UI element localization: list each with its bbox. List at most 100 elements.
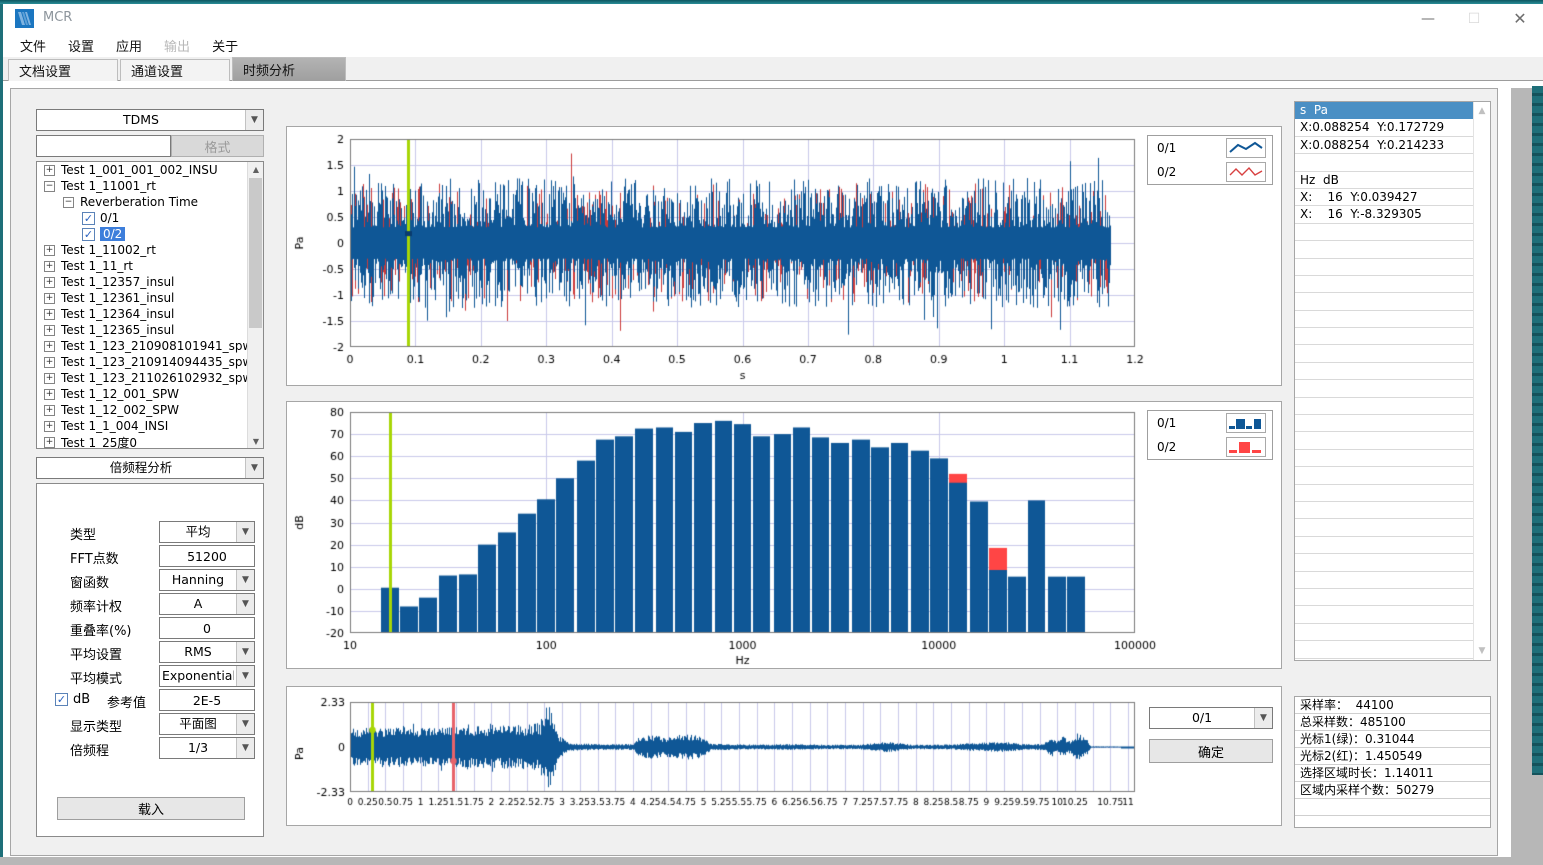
expand-icon[interactable]: + bbox=[44, 309, 55, 320]
settings-select-value: A bbox=[162, 594, 234, 614]
settings-select[interactable]: A▼ bbox=[159, 593, 255, 615]
maximize-button[interactable]: ☐ bbox=[1451, 4, 1497, 33]
tree-scrollbar-thumb[interactable] bbox=[249, 178, 262, 328]
filter-input[interactable] bbox=[36, 135, 171, 157]
settings-input[interactable] bbox=[159, 617, 255, 639]
chevron-down-icon[interactable]: ▼ bbox=[236, 666, 254, 686]
chevron-down-icon[interactable]: ▼ bbox=[236, 642, 254, 662]
tree-item[interactable]: +Test 1_12_001_SPW bbox=[37, 386, 263, 402]
expand-icon[interactable]: + bbox=[44, 389, 55, 400]
chevron-down-icon[interactable]: ▼ bbox=[236, 714, 254, 734]
readout-scrollbar[interactable]: ▲ ▼ bbox=[1473, 102, 1490, 660]
file-format-select[interactable]: TDMS ▼ bbox=[36, 109, 264, 131]
tree-item[interactable]: +Test 1_11_rt bbox=[37, 258, 263, 274]
chevron-down-icon[interactable]: ▼ bbox=[245, 458, 263, 478]
expand-icon[interactable]: + bbox=[44, 261, 55, 272]
bar-series-blue-icon bbox=[1226, 413, 1266, 433]
legend-item[interactable]: 0/1 bbox=[1148, 136, 1272, 160]
time-waveform-legend: 0/1 0/2 bbox=[1147, 135, 1273, 185]
menu-item-3[interactable]: 应用 bbox=[105, 36, 153, 55]
tree-item[interactable]: +Test 1_12357_insul bbox=[37, 274, 263, 290]
settings-row: 倍频程1/3▼ bbox=[37, 737, 263, 759]
readout-row bbox=[1295, 398, 1473, 415]
window-scroll-strip[interactable] bbox=[1511, 88, 1532, 857]
tree-item[interactable]: −Test 1_11001_rt bbox=[37, 178, 263, 194]
expand-icon[interactable]: + bbox=[44, 325, 55, 336]
close-button[interactable]: ✕ bbox=[1497, 4, 1543, 33]
chevron-down-icon[interactable]: ▼ bbox=[245, 110, 263, 130]
expand-icon[interactable]: + bbox=[44, 421, 55, 432]
scroll-up-icon[interactable]: ▲ bbox=[248, 162, 264, 176]
tree-scrollbar[interactable]: ▲ ▼ bbox=[247, 162, 263, 448]
legend-item[interactable]: 0/2 bbox=[1148, 435, 1272, 459]
settings-select[interactable]: 平面图▼ bbox=[159, 713, 255, 735]
tree-item[interactable]: +Test 1_001_001_002_INSU bbox=[37, 162, 263, 178]
chevron-down-icon[interactable]: ▼ bbox=[236, 522, 254, 542]
settings-select[interactable]: RMS▼ bbox=[159, 641, 255, 663]
tab-3[interactable]: 时频分析 bbox=[232, 57, 346, 81]
tab-2[interactable]: 通道设置 bbox=[120, 59, 230, 81]
tree-item[interactable]: +Test 1_123_210914094435_spw bbox=[37, 354, 263, 370]
analysis-type-select[interactable]: 倍频程分析 ▼ bbox=[36, 457, 264, 479]
menu-item-4[interactable]: 输出 bbox=[153, 36, 201, 55]
chevron-down-icon[interactable]: ▼ bbox=[236, 738, 254, 758]
expand-icon[interactable]: + bbox=[44, 357, 55, 368]
minimize-button[interactable]: — bbox=[1405, 4, 1451, 33]
legend-item[interactable]: 0/2 bbox=[1148, 160, 1272, 184]
chevron-down-icon[interactable]: ▼ bbox=[236, 594, 254, 614]
chevron-down-icon[interactable]: ▼ bbox=[236, 570, 254, 590]
collapse-icon[interactable]: − bbox=[44, 181, 55, 192]
tree-item[interactable]: +Test 1_12364_insul bbox=[37, 306, 263, 322]
settings-select[interactable]: 1/3▼ bbox=[159, 737, 255, 759]
channel-select[interactable]: 0/1 ▼ bbox=[1149, 707, 1273, 729]
expand-icon[interactable]: + bbox=[44, 405, 55, 416]
scroll-down-icon[interactable]: ▼ bbox=[248, 434, 264, 448]
expand-icon[interactable]: + bbox=[44, 437, 55, 448]
legend-item[interactable]: 0/1 bbox=[1148, 411, 1272, 435]
scroll-down-icon[interactable]: ▼ bbox=[1474, 644, 1490, 658]
time-waveform-chart[interactable] bbox=[287, 127, 1281, 385]
scroll-up-icon[interactable]: ▲ bbox=[1474, 104, 1490, 118]
readout-row bbox=[1295, 276, 1473, 293]
tree-item[interactable]: +Test 1_12365_insul bbox=[37, 322, 263, 338]
octave-spectrum-chart[interactable] bbox=[287, 402, 1281, 668]
menu-item-5[interactable]: 关于 bbox=[201, 36, 249, 55]
chevron-down-icon[interactable]: ▼ bbox=[1254, 708, 1272, 728]
expand-icon[interactable]: + bbox=[44, 293, 55, 304]
tab-1[interactable]: 文档设置 bbox=[8, 59, 118, 81]
settings-input[interactable] bbox=[159, 545, 255, 567]
expand-icon[interactable]: + bbox=[44, 277, 55, 288]
overview-waveform-chart[interactable] bbox=[287, 687, 1281, 825]
tree-item[interactable]: +Test 1_123_211026102932_spw bbox=[37, 370, 263, 386]
tree-item[interactable]: −Reverberation Time bbox=[37, 194, 263, 210]
menu-item-1[interactable]: 文件 bbox=[9, 36, 57, 55]
expand-icon[interactable]: + bbox=[44, 165, 55, 176]
tree-item[interactable]: ✓0/2 bbox=[37, 226, 263, 242]
stats-row: 区域内采样个数：50279 bbox=[1295, 782, 1490, 799]
checkbox[interactable]: ✓ bbox=[82, 212, 95, 225]
checkbox[interactable]: ✓ bbox=[82, 228, 95, 241]
tree-item[interactable]: +Test 1_12_002_SPW bbox=[37, 402, 263, 418]
tree-item[interactable]: +Test 1_11002_rt bbox=[37, 242, 263, 258]
expand-icon[interactable]: + bbox=[44, 373, 55, 384]
load-button[interactable]: 载入 bbox=[57, 797, 245, 820]
settings-select[interactable]: Exponential▼ bbox=[159, 665, 255, 687]
readout-row bbox=[1295, 606, 1473, 623]
menu-item-2[interactable]: 设置 bbox=[57, 36, 105, 55]
readout-header-row[interactable]: s Pa bbox=[1295, 102, 1473, 119]
collapse-icon[interactable]: − bbox=[63, 197, 74, 208]
tree-item[interactable]: +Test 1_25度0 bbox=[37, 434, 263, 449]
tree-item[interactable]: +Test 1_1_004_INSI bbox=[37, 418, 263, 434]
confirm-button[interactable]: 确定 bbox=[1149, 739, 1273, 763]
settings-input[interactable] bbox=[159, 689, 255, 711]
expand-icon[interactable]: + bbox=[44, 245, 55, 256]
expand-icon[interactable]: + bbox=[44, 341, 55, 352]
format-button[interactable]: 格式 bbox=[171, 135, 264, 157]
tree-item[interactable]: +Test 1_123_210908101941_spw bbox=[37, 338, 263, 354]
db-checkbox[interactable]: ✓ bbox=[55, 693, 68, 706]
tree-item[interactable]: +Test 1_12361_insul bbox=[37, 290, 263, 306]
readout-row bbox=[1295, 154, 1473, 171]
settings-select[interactable]: Hanning▼ bbox=[159, 569, 255, 591]
tree-item[interactable]: ✓0/1 bbox=[37, 210, 263, 226]
settings-select[interactable]: 平均▼ bbox=[159, 521, 255, 543]
